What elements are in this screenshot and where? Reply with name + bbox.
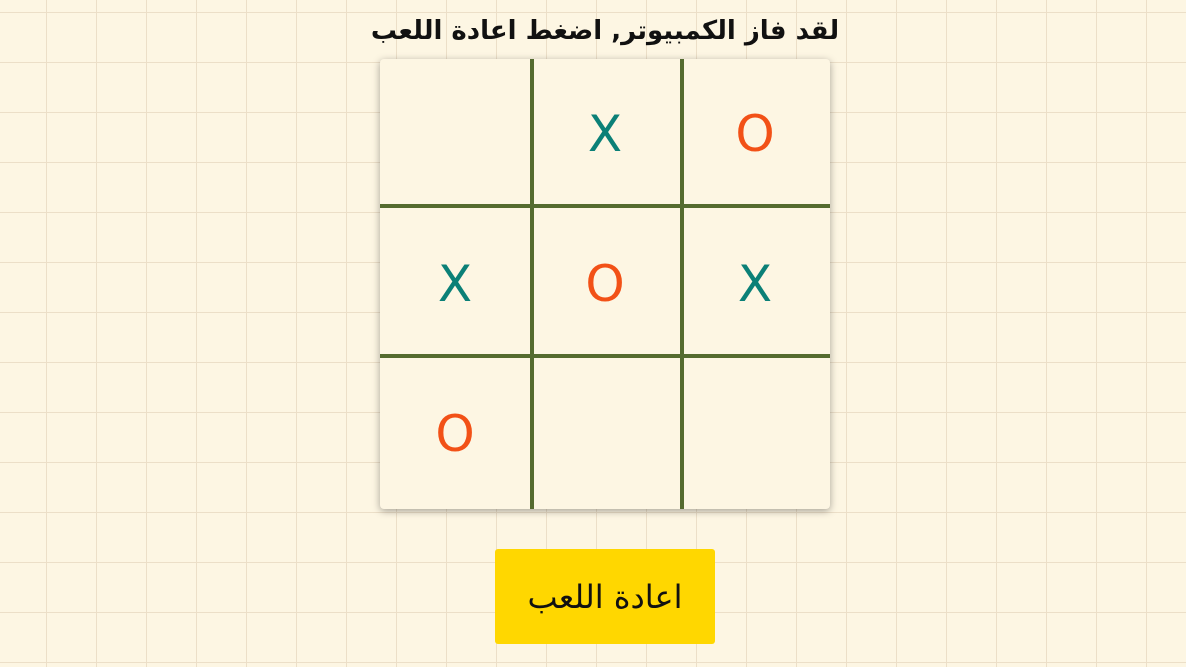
board-cell-7[interactable] bbox=[530, 359, 680, 509]
game-status-message: لقد فاز الكمبيوتر, اضغط اعادة اللعب bbox=[370, 16, 840, 46]
board-cell-8[interactable] bbox=[680, 359, 830, 509]
board-cell-3[interactable]: X bbox=[380, 209, 530, 359]
board-cell-2[interactable]: O bbox=[680, 59, 830, 209]
board-cell-5[interactable]: X bbox=[680, 209, 830, 359]
board-cell-1[interactable]: X bbox=[530, 59, 680, 209]
game-board: X O X O X O bbox=[380, 59, 830, 509]
board-cell-0[interactable] bbox=[380, 59, 530, 209]
board-cell-4[interactable]: O bbox=[530, 209, 680, 359]
restart-button[interactable]: اعادة اللعب bbox=[495, 549, 715, 644]
board-cell-6[interactable]: O bbox=[380, 359, 530, 509]
